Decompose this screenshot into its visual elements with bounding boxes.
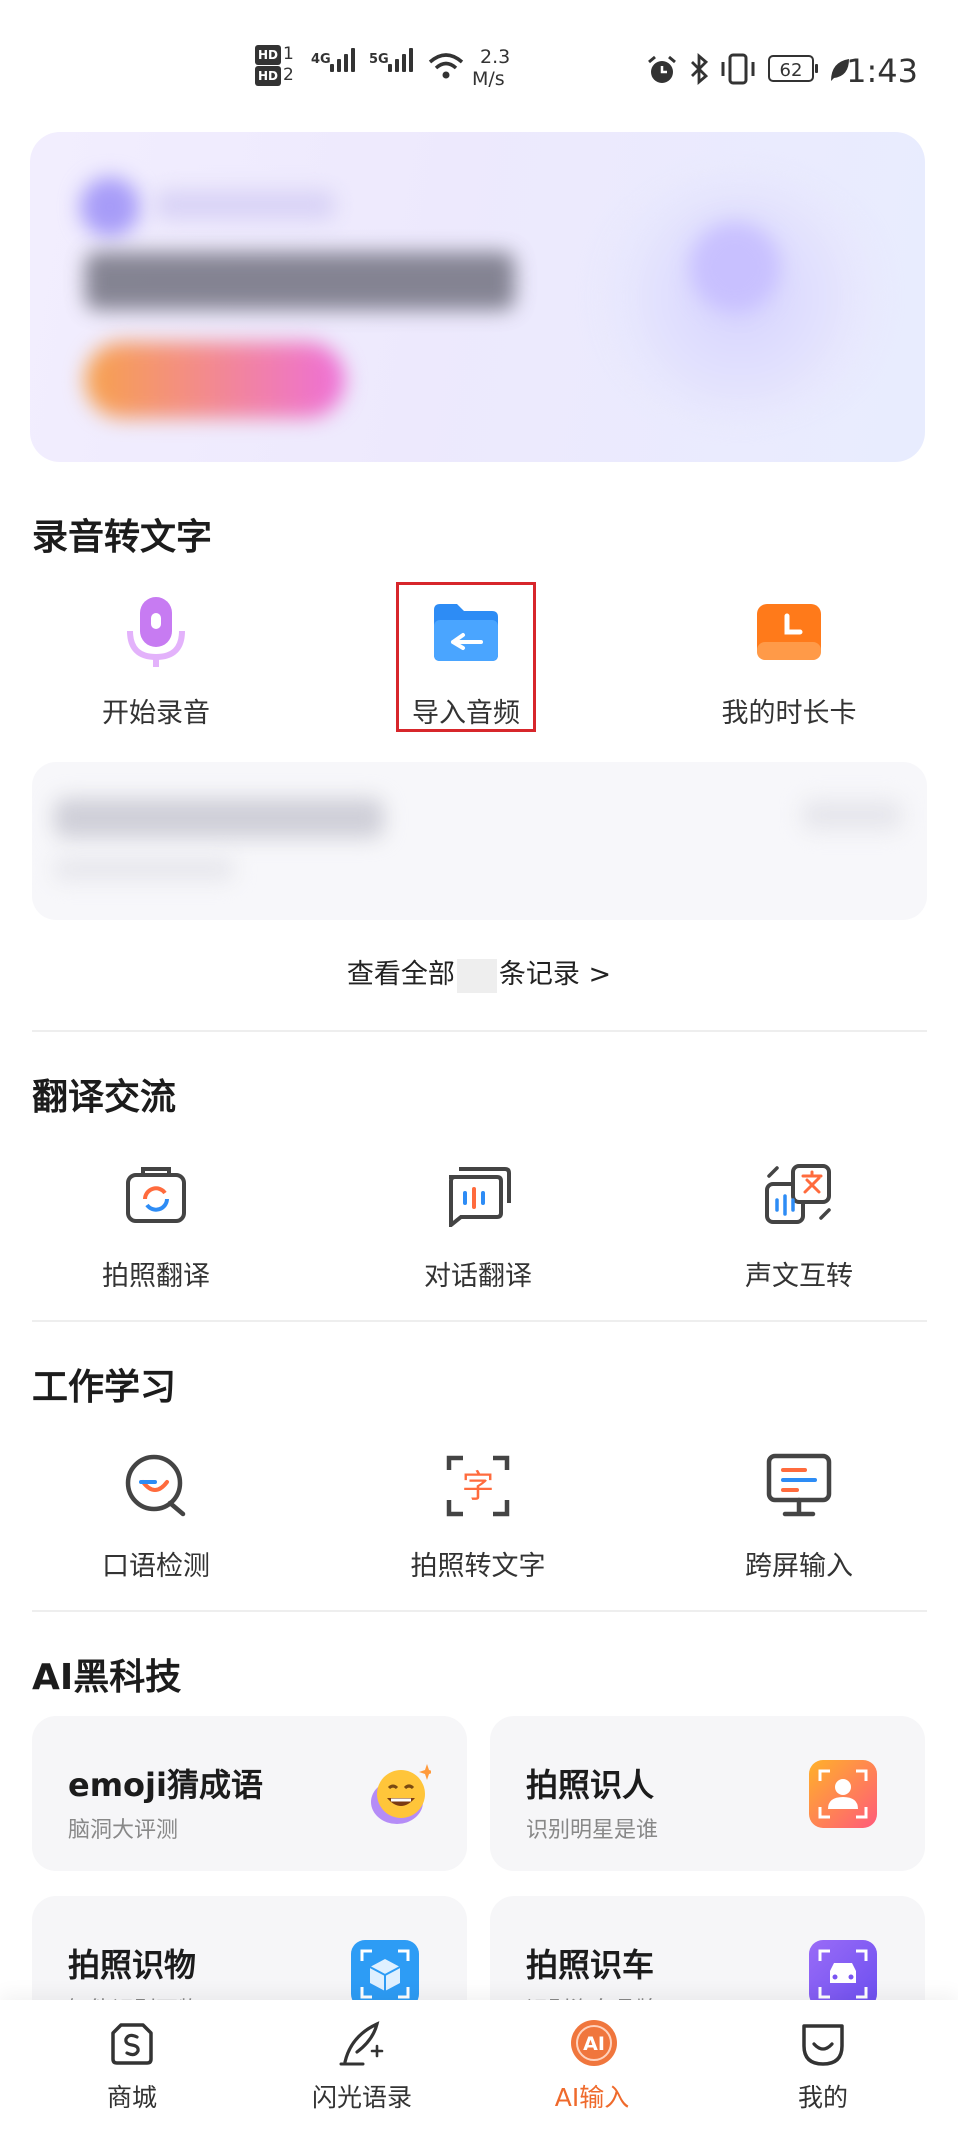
speech-check-icon <box>119 1448 193 1522</box>
scan-text-icon: 字 <box>441 1448 515 1522</box>
tool-label: 对话翻译 <box>424 1261 532 1292</box>
profile-face-icon <box>798 2018 848 2068</box>
shop-bag-icon <box>107 2018 157 2068</box>
hd-badge-1: HD <box>255 45 282 65</box>
card-title: 拍照识车 <box>526 1946 655 1984</box>
person-id-icon <box>809 1760 877 1828</box>
speed-value: 2.3 <box>480 46 511 68</box>
tool-speech-check[interactable]: 口语检测 <box>36 1448 276 1583</box>
tool-voice-text-swap[interactable]: 声文互转 <box>679 1158 919 1293</box>
signal-bars-2-icon <box>388 48 413 72</box>
battery-level: 62 <box>779 60 803 81</box>
tool-conversation-translate[interactable]: 对话翻译 <box>358 1158 598 1293</box>
section-divider <box>32 1320 927 1322</box>
tab-label: 闪光语录 <box>311 2083 412 2112</box>
card-title: emoji猜成语 <box>68 1766 263 1804</box>
tool-my-duration-card[interactable]: 我的时长卡 <box>669 595 909 730</box>
record-count-mask <box>456 958 497 993</box>
banner-avatar <box>80 177 140 237</box>
network-speed: 2.3 M/s <box>472 46 510 90</box>
tool-cross-screen-input[interactable]: 跨屏输入 <box>679 1448 919 1583</box>
section-divider <box>32 1610 927 1612</box>
tool-photo-to-text[interactable]: 字 拍照转文字 <box>358 1448 598 1583</box>
tab-ai-input[interactable]: AI AI输入 <box>502 2018 682 2114</box>
banner-headline-block <box>85 252 515 310</box>
recent-record-meta-block <box>54 858 234 880</box>
tab-label: 商城 <box>106 2083 157 2112</box>
section-title-work: 工作学习 <box>32 1367 177 1408</box>
tool-label: 拍照翻译 <box>102 1261 210 1292</box>
tool-photo-translate[interactable]: 拍照翻译 <box>36 1158 276 1293</box>
battery-indicator: 62 <box>768 55 818 82</box>
section-title-ai: AI黑科技 <box>32 1657 182 1698</box>
tool-label: 我的时长卡 <box>721 698 857 729</box>
tab-label: 我的 <box>797 2083 848 2112</box>
recent-record-time-block <box>802 800 902 830</box>
sim-2-label: 2 <box>283 65 294 85</box>
vibrate-icon <box>721 53 755 85</box>
ai-input-icon: AI <box>567 2018 617 2068</box>
recent-record-card[interactable] <box>32 762 927 920</box>
status-bar: HD 1 HD 2 4G 5G 2.3 M/s 62 1:43 <box>0 0 958 120</box>
promo-banner[interactable] <box>30 132 925 462</box>
tool-label: 跨屏输入 <box>745 1551 853 1582</box>
alarm-icon <box>648 55 676 83</box>
clock-icon <box>752 595 826 669</box>
banner-illustration-core <box>690 222 780 312</box>
tab-quotes[interactable]: 闪光语录 <box>272 2018 452 2114</box>
svg-text:字: 字 <box>462 1467 494 1505</box>
signal-bars-1-icon <box>330 48 355 72</box>
speed-unit: M/s <box>472 68 505 90</box>
cube-scan-icon <box>351 1940 419 2008</box>
section-title-record: 录音转文字 <box>32 517 213 558</box>
view-all-suffix: 条记录 <box>498 959 580 990</box>
bluetooth-icon <box>691 52 709 86</box>
card-subtitle: 识别明星是谁 <box>526 1818 659 1843</box>
tab-profile[interactable]: 我的 <box>733 2018 913 2114</box>
network-indicator: HD 1 HD 2 <box>255 44 294 86</box>
network-type-1: 4G <box>311 52 331 67</box>
voice-text-swap-icon <box>762 1158 836 1232</box>
wifi-icon <box>428 53 464 79</box>
tool-label: 口语检测 <box>102 1551 210 1582</box>
tool-label: 声文互转 <box>745 1261 853 1292</box>
card-subtitle: 脑洞大评测 <box>68 1818 179 1843</box>
banner-subtitle-block <box>155 190 335 220</box>
section-divider <box>32 1030 927 1032</box>
tool-label: 开始录音 <box>102 698 210 729</box>
quill-icon <box>337 2018 387 2068</box>
chevron-right-icon: > <box>588 959 612 990</box>
view-all-prefix: 查看全部 <box>346 959 455 990</box>
bottom-tab-bar: 商城 闪光语录 AI AI输入 我的 <box>0 2000 958 2129</box>
tool-label: 拍照转文字 <box>410 1551 546 1582</box>
monitor-input-icon <box>762 1448 836 1522</box>
banner-cta-button[interactable] <box>85 342 345 418</box>
camera-translate-icon <box>119 1158 193 1232</box>
card-title: 拍照识物 <box>68 1946 197 1984</box>
tab-shop[interactable]: 商城 <box>42 2018 222 2114</box>
microphone-icon <box>119 595 193 669</box>
view-all-records-link[interactable]: 查看全部 条记录 > <box>0 952 958 993</box>
emoji-face-icon <box>363 1760 431 1828</box>
car-scan-icon <box>809 1940 877 2008</box>
selection-highlight <box>396 582 536 732</box>
tool-start-recording[interactable]: 开始录音 <box>36 595 276 730</box>
section-title-translate: 翻译交流 <box>32 1077 177 1118</box>
card-title: 拍照识人 <box>526 1766 655 1804</box>
recent-record-title-block <box>54 798 384 838</box>
card-emoji-idiom[interactable]: emoji猜成语 脑洞大评测 <box>32 1716 467 1871</box>
tab-label: AI输入 <box>554 2083 630 2112</box>
svg-text:AI: AI <box>583 2033 605 2055</box>
network-type-2: 5G <box>369 52 389 67</box>
clock-time: 1:43 <box>846 52 918 90</box>
card-photo-person[interactable]: 拍照识人 识别明星是谁 <box>490 1716 925 1871</box>
chat-translate-icon <box>441 1158 515 1232</box>
sim-1-label: 1 <box>283 44 294 64</box>
hd-badge-2: HD <box>255 66 282 86</box>
